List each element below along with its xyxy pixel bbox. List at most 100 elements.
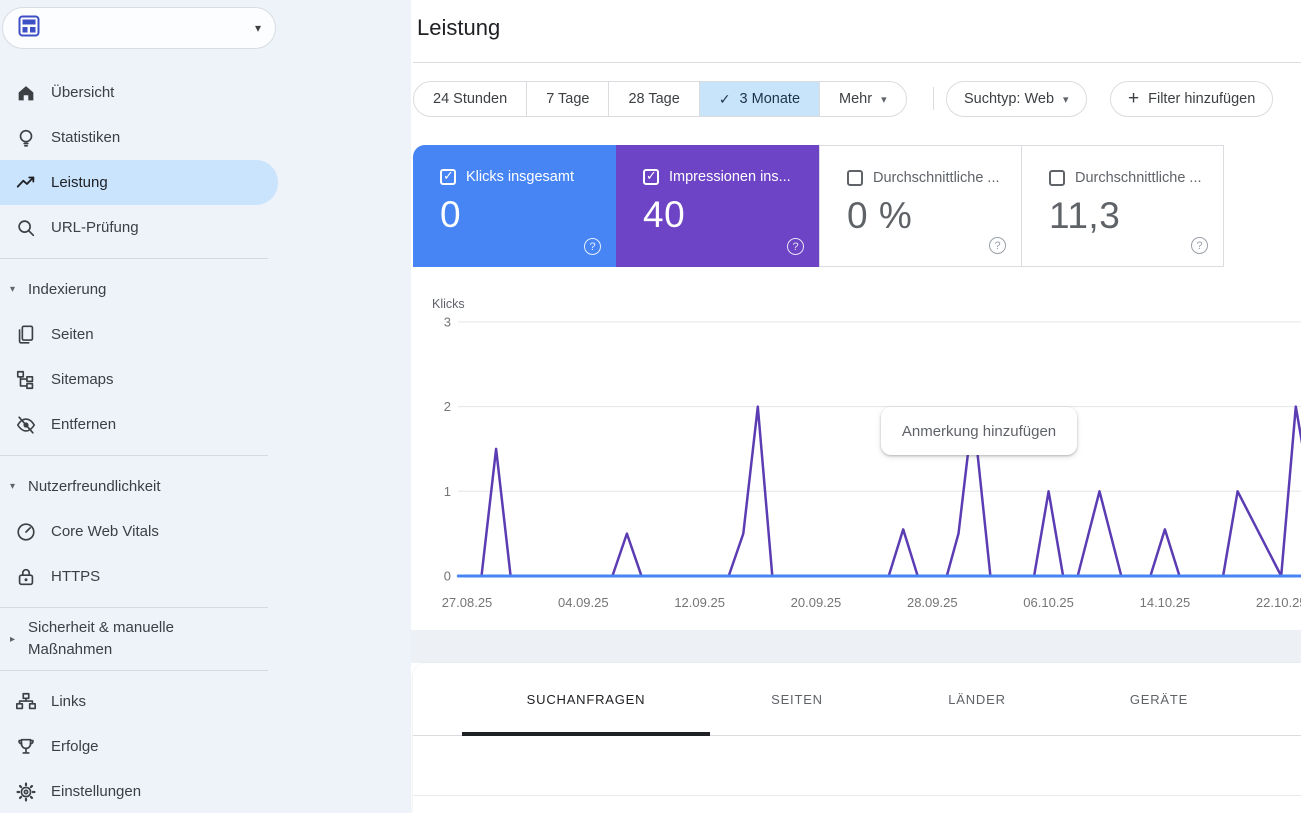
help-icon[interactable]: ? — [584, 238, 601, 255]
date-range-24-stunden[interactable]: 24 Stunden — [414, 82, 526, 116]
tab-suchanfragen[interactable]: SUCHANFRAGEN — [462, 663, 710, 736]
date-range-mehr[interactable]: Mehr▾ — [819, 82, 906, 116]
core-web-vitals-icon — [14, 520, 38, 544]
metric-label: Klicks insgesamt — [466, 169, 574, 185]
sidebar-item-label: URL-Prüfung — [51, 219, 139, 236]
filter-divider — [933, 87, 934, 110]
help-icon[interactable]: ? — [1191, 237, 1208, 254]
sidebar-item-label: Erfolge — [51, 738, 99, 755]
tab-label: GERÄTE — [1130, 692, 1188, 707]
sidebar-section-sicherheit-manuelle-ma-nahmen[interactable]: ▸Sicherheit & manuelle Maßnahmen — [0, 616, 278, 662]
sidebar-item-label: Seiten — [51, 326, 94, 343]
dimension-tabs: SUCHANFRAGEN SEITEN LÄNDER GERÄTE — [413, 663, 1301, 736]
tab-ger-te[interactable]: GERÄTE — [1085, 663, 1233, 736]
chevron-down-icon: ▾ — [1063, 93, 1069, 106]
metric-header: Durchschnittliche ... — [1049, 170, 1223, 186]
tab-l-nder[interactable]: LÄNDER — [903, 663, 1051, 736]
url-inspection-icon — [14, 216, 38, 240]
metric-cards: ✓Klicks insgesamt0?✓Impressionen ins...4… — [413, 145, 1224, 267]
sidebar-item-bersicht[interactable]: Übersicht — [0, 70, 278, 115]
x-tick-label: 12.09.25 — [674, 595, 725, 610]
checkbox-unchecked[interactable] — [1049, 170, 1065, 186]
date-range-label: 7 Tage — [546, 91, 589, 107]
metric-value: 0 — [440, 194, 616, 236]
sidebar-item-core-web-vitals[interactable]: Core Web Vitals — [0, 509, 278, 554]
sidebar-section-nutzerfreundlichkeit[interactable]: ▾Nutzerfreundlichkeit — [0, 464, 278, 509]
sidebar-item-sitemaps[interactable]: Sitemaps — [0, 357, 278, 402]
sidebar-item-label: Übersicht — [51, 84, 114, 101]
sidebar-item-links[interactable]: Links — [0, 679, 278, 724]
page-title: Leistung — [417, 15, 500, 41]
performance-chart[interactable]: Klicks321027.08.2504.09.2512.09.2520.09.… — [413, 267, 1301, 630]
metric-card-durchschnittliche[interactable]: Durchschnittliche ... 11,3? — [1021, 145, 1224, 267]
sidebar-item-https[interactable]: HTTPS — [0, 554, 278, 599]
date-range-group: 24 Stunden 7 Tage 28 Tage ✓3 MonateMehr▾ — [413, 81, 907, 117]
plus-icon: + — [1128, 88, 1139, 110]
check-icon: ✓ — [646, 168, 657, 184]
pages-icon — [14, 323, 38, 347]
sidebar-item-entfernen[interactable]: Entfernen — [0, 402, 278, 447]
sidebar-item-label: Core Web Vitals — [51, 523, 159, 540]
metric-card-klicks-insgesamt[interactable]: ✓ Klicks insgesamt 0? — [413, 145, 616, 267]
metric-value: 0 % — [847, 195, 1021, 237]
date-range-7-tage[interactable]: 7 Tage — [526, 82, 608, 116]
metric-card-impressionen-ins[interactable]: ✓Impressionen ins...40? — [616, 145, 819, 267]
metric-value: 11,3 — [1049, 195, 1223, 237]
sidebar-item-statistiken[interactable]: Statistiken — [0, 115, 278, 160]
settings-icon — [14, 780, 38, 804]
chevron-down-icon: ▾ — [10, 284, 20, 295]
header-divider — [413, 62, 1301, 63]
sidebar-nav: Übersicht Statistiken Leistung URL-Prüfung ▾… — [0, 70, 278, 813]
sidebar-item-label: Links — [51, 693, 86, 710]
active-tab-indicator — [462, 732, 710, 736]
home-icon — [14, 81, 38, 105]
x-tick-label: 22.10.25 — [1256, 595, 1301, 610]
sidebar-item-label: Sitemaps — [51, 371, 114, 388]
check-icon: ✓ — [443, 168, 454, 184]
chevron-down-icon: ▾ — [881, 93, 887, 106]
checkbox-checked[interactable]: ✓ — [643, 169, 659, 185]
metric-label: Durchschnittliche ... — [873, 170, 1000, 186]
table-divider — [413, 795, 1301, 796]
sidebar-item-leistung[interactable]: Leistung — [0, 160, 278, 205]
search-type-button[interactable]: Suchtyp: Web ▾ — [946, 81, 1087, 117]
metric-card-durchschnittliche[interactable]: Durchschnittliche ... 0 %? — [819, 145, 1022, 267]
sidebar-divider — [0, 447, 278, 464]
date-range-3-monate[interactable]: ✓3 Monate — [699, 82, 819, 116]
sidebar-item-einstellungen[interactable]: Einstellungen — [0, 769, 278, 813]
add-annotation-tooltip[interactable]: Anmerkung hinzufügen — [881, 407, 1077, 455]
metric-label: Durchschnittliche ... — [1075, 170, 1202, 186]
sidebar-section-label: Indexierung — [28, 281, 106, 298]
dimensions-table-card: SUCHANFRAGEN SEITEN LÄNDER GERÄTE — [413, 663, 1301, 813]
help-icon[interactable]: ? — [989, 237, 1006, 254]
checkbox-checked[interactable]: ✓ — [440, 169, 456, 185]
add-filter-button[interactable]: + Filter hinzufügen — [1110, 81, 1273, 117]
checkbox-unchecked[interactable] — [847, 170, 863, 186]
sidebar-section-indexierung[interactable]: ▾ Indexierung — [0, 267, 278, 312]
chevron-down-icon: ▾ — [255, 21, 261, 35]
date-range-label: 28 Tage — [628, 91, 679, 107]
property-selector[interactable]: ▾ — [2, 7, 276, 49]
property-icon — [17, 14, 41, 43]
sidebar-item-erfolge[interactable]: Erfolge — [0, 724, 278, 769]
sidebar-item-label: Statistiken — [51, 129, 120, 146]
date-range-28-tage[interactable]: 28 Tage — [608, 82, 698, 116]
links-icon — [14, 690, 38, 714]
achievements-icon — [14, 735, 38, 759]
y-tick-label: 0 — [444, 569, 451, 584]
tab-label: SUCHANFRAGEN — [527, 692, 646, 707]
x-tick-label: 04.09.25 — [558, 595, 609, 610]
help-icon[interactable]: ? — [787, 238, 804, 255]
tab-label: SEITEN — [771, 692, 823, 707]
sidebar: ▾ Übersicht Statistiken Leistung URL-Prüfun… — [0, 0, 411, 813]
sidebar-item-seiten[interactable]: Seiten — [0, 312, 278, 357]
sidebar-item-url-pr-fung[interactable]: URL-Prüfung — [0, 205, 278, 250]
insights-icon — [14, 126, 38, 150]
x-tick-label: 20.09.25 — [791, 595, 842, 610]
add-filter-label: Filter hinzufügen — [1148, 91, 1255, 107]
sidebar-section-label: Nutzerfreundlichkeit — [28, 478, 161, 495]
tab-seiten[interactable]: SEITEN — [723, 663, 871, 736]
chevron-right-icon: ▸ — [10, 634, 20, 645]
sidebar-divider — [0, 662, 278, 679]
date-range-label: 24 Stunden — [433, 91, 507, 107]
